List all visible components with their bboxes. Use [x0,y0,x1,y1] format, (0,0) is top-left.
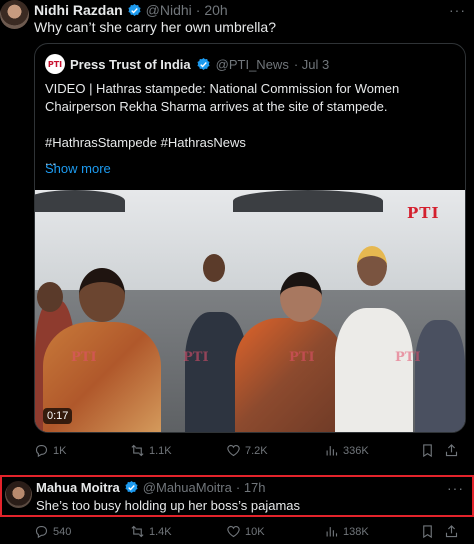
bookmark-icon [423,444,432,458]
like-count: 7.2K [245,444,268,457]
tweet-header: Mahua Moitra @MahuaMoitra · 17h [36,480,266,495]
view-count: 138K [343,525,369,538]
repost-button[interactable]: 1.1K [130,443,226,458]
pti-watermark: PTI [395,350,421,365]
avatar[interactable] [0,0,29,29]
repost-count: 1.1K [149,444,172,457]
quoted-author-name[interactable]: Press Trust of India [70,57,191,72]
share-button[interactable] [444,524,464,539]
share-button[interactable] [444,443,464,458]
person-head [37,282,63,312]
person [235,318,345,432]
tweet-text: She’s too busy holding up her boss’s paj… [36,498,301,513]
more-options-icon[interactable]: ··· [449,2,466,18]
repost-count: 1.4K [149,525,172,538]
show-more-link[interactable]: Show more [45,161,111,176]
tweet-header: Nidhi Razdan @Nidhi · 20h [34,2,228,18]
repost-icon [131,525,144,538]
share-icon [445,444,458,457]
tweet-actions: 1K 1.1K 7.2K 336K [34,443,466,458]
share-icon [445,525,458,538]
quoted-header: PTI Press Trust of India @PTI_News · Jul… [45,54,329,74]
view-count: 336K [343,444,369,457]
quoted-tweet[interactable]: PTI Press Trust of India @PTI_News · Jul… [34,43,466,433]
author-name[interactable]: Mahua Moitra [36,480,120,495]
avatar[interactable] [5,481,32,508]
like-button[interactable]: 7.2K [226,443,324,458]
reply-icon [35,444,48,458]
person-head [79,268,125,322]
views-button[interactable]: 336K [324,443,420,458]
bookmark-icon [423,525,432,539]
bookmark-button[interactable] [420,443,444,458]
verified-badge-icon [197,57,210,70]
repost-icon [131,444,144,457]
quoted-author-handle[interactable]: @PTI_News [216,57,289,72]
pti-watermark: PTI [407,204,440,222]
pti-watermark: PTI [289,350,315,365]
verified-badge-icon [128,3,141,16]
like-button[interactable]: 10K [226,524,324,539]
quoted-tweet-text: VIDEO | Hathras stampede: National Commi… [45,81,400,168]
quoted-tweet-time[interactable]: · Jul 3 [294,57,329,72]
tweet-actions: 540 1.4K 10K 138K [34,524,466,539]
video-duration: 0:17 [43,408,73,424]
tweet-mahua-highlighted: Mahua Moitra @MahuaMoitra · 17h ··· She’… [0,475,474,517]
umbrella-left [35,190,125,212]
person-head [357,246,387,286]
video-player[interactable]: PTI PTI PTI PTI PTI 0:17 [35,190,465,432]
reply-count: 540 [53,525,72,538]
pti-watermark: PTI [71,350,97,365]
umbrella-right [233,190,383,212]
heart-icon [227,445,240,457]
views-icon [326,527,338,537]
heart-icon [227,526,240,538]
pti-logo-icon: PTI [45,54,65,74]
bookmark-button[interactable] [420,524,444,539]
tweet-time[interactable]: · 17h [236,480,266,495]
person-head [280,272,322,322]
person-head [203,254,225,282]
person [415,320,465,432]
author-handle[interactable]: @Nidhi [146,2,192,18]
reply-icon [35,525,48,539]
reply-button[interactable]: 1K [34,443,130,458]
like-count: 10K [245,525,265,538]
author-handle[interactable]: @MahuaMoitra [143,480,232,495]
tweet-time[interactable]: · 20h [196,2,228,18]
more-options-icon[interactable]: ··· [447,480,464,496]
verified-badge-icon [125,480,138,493]
tweet-nidhi: Nidhi Razdan @Nidhi · 20h ··· Why can’t … [0,0,474,468]
repost-button[interactable]: 1.4K [130,524,226,539]
views-button[interactable]: 138K [324,524,420,539]
tweet-text: Why can’t she carry her own umbrella? [34,19,276,35]
views-icon [326,446,338,456]
pti-watermark: PTI [183,350,209,365]
reply-count: 1K [53,444,67,457]
reply-button[interactable]: 540 [34,524,130,539]
author-name[interactable]: Nidhi Razdan [34,2,123,18]
person [335,308,413,432]
